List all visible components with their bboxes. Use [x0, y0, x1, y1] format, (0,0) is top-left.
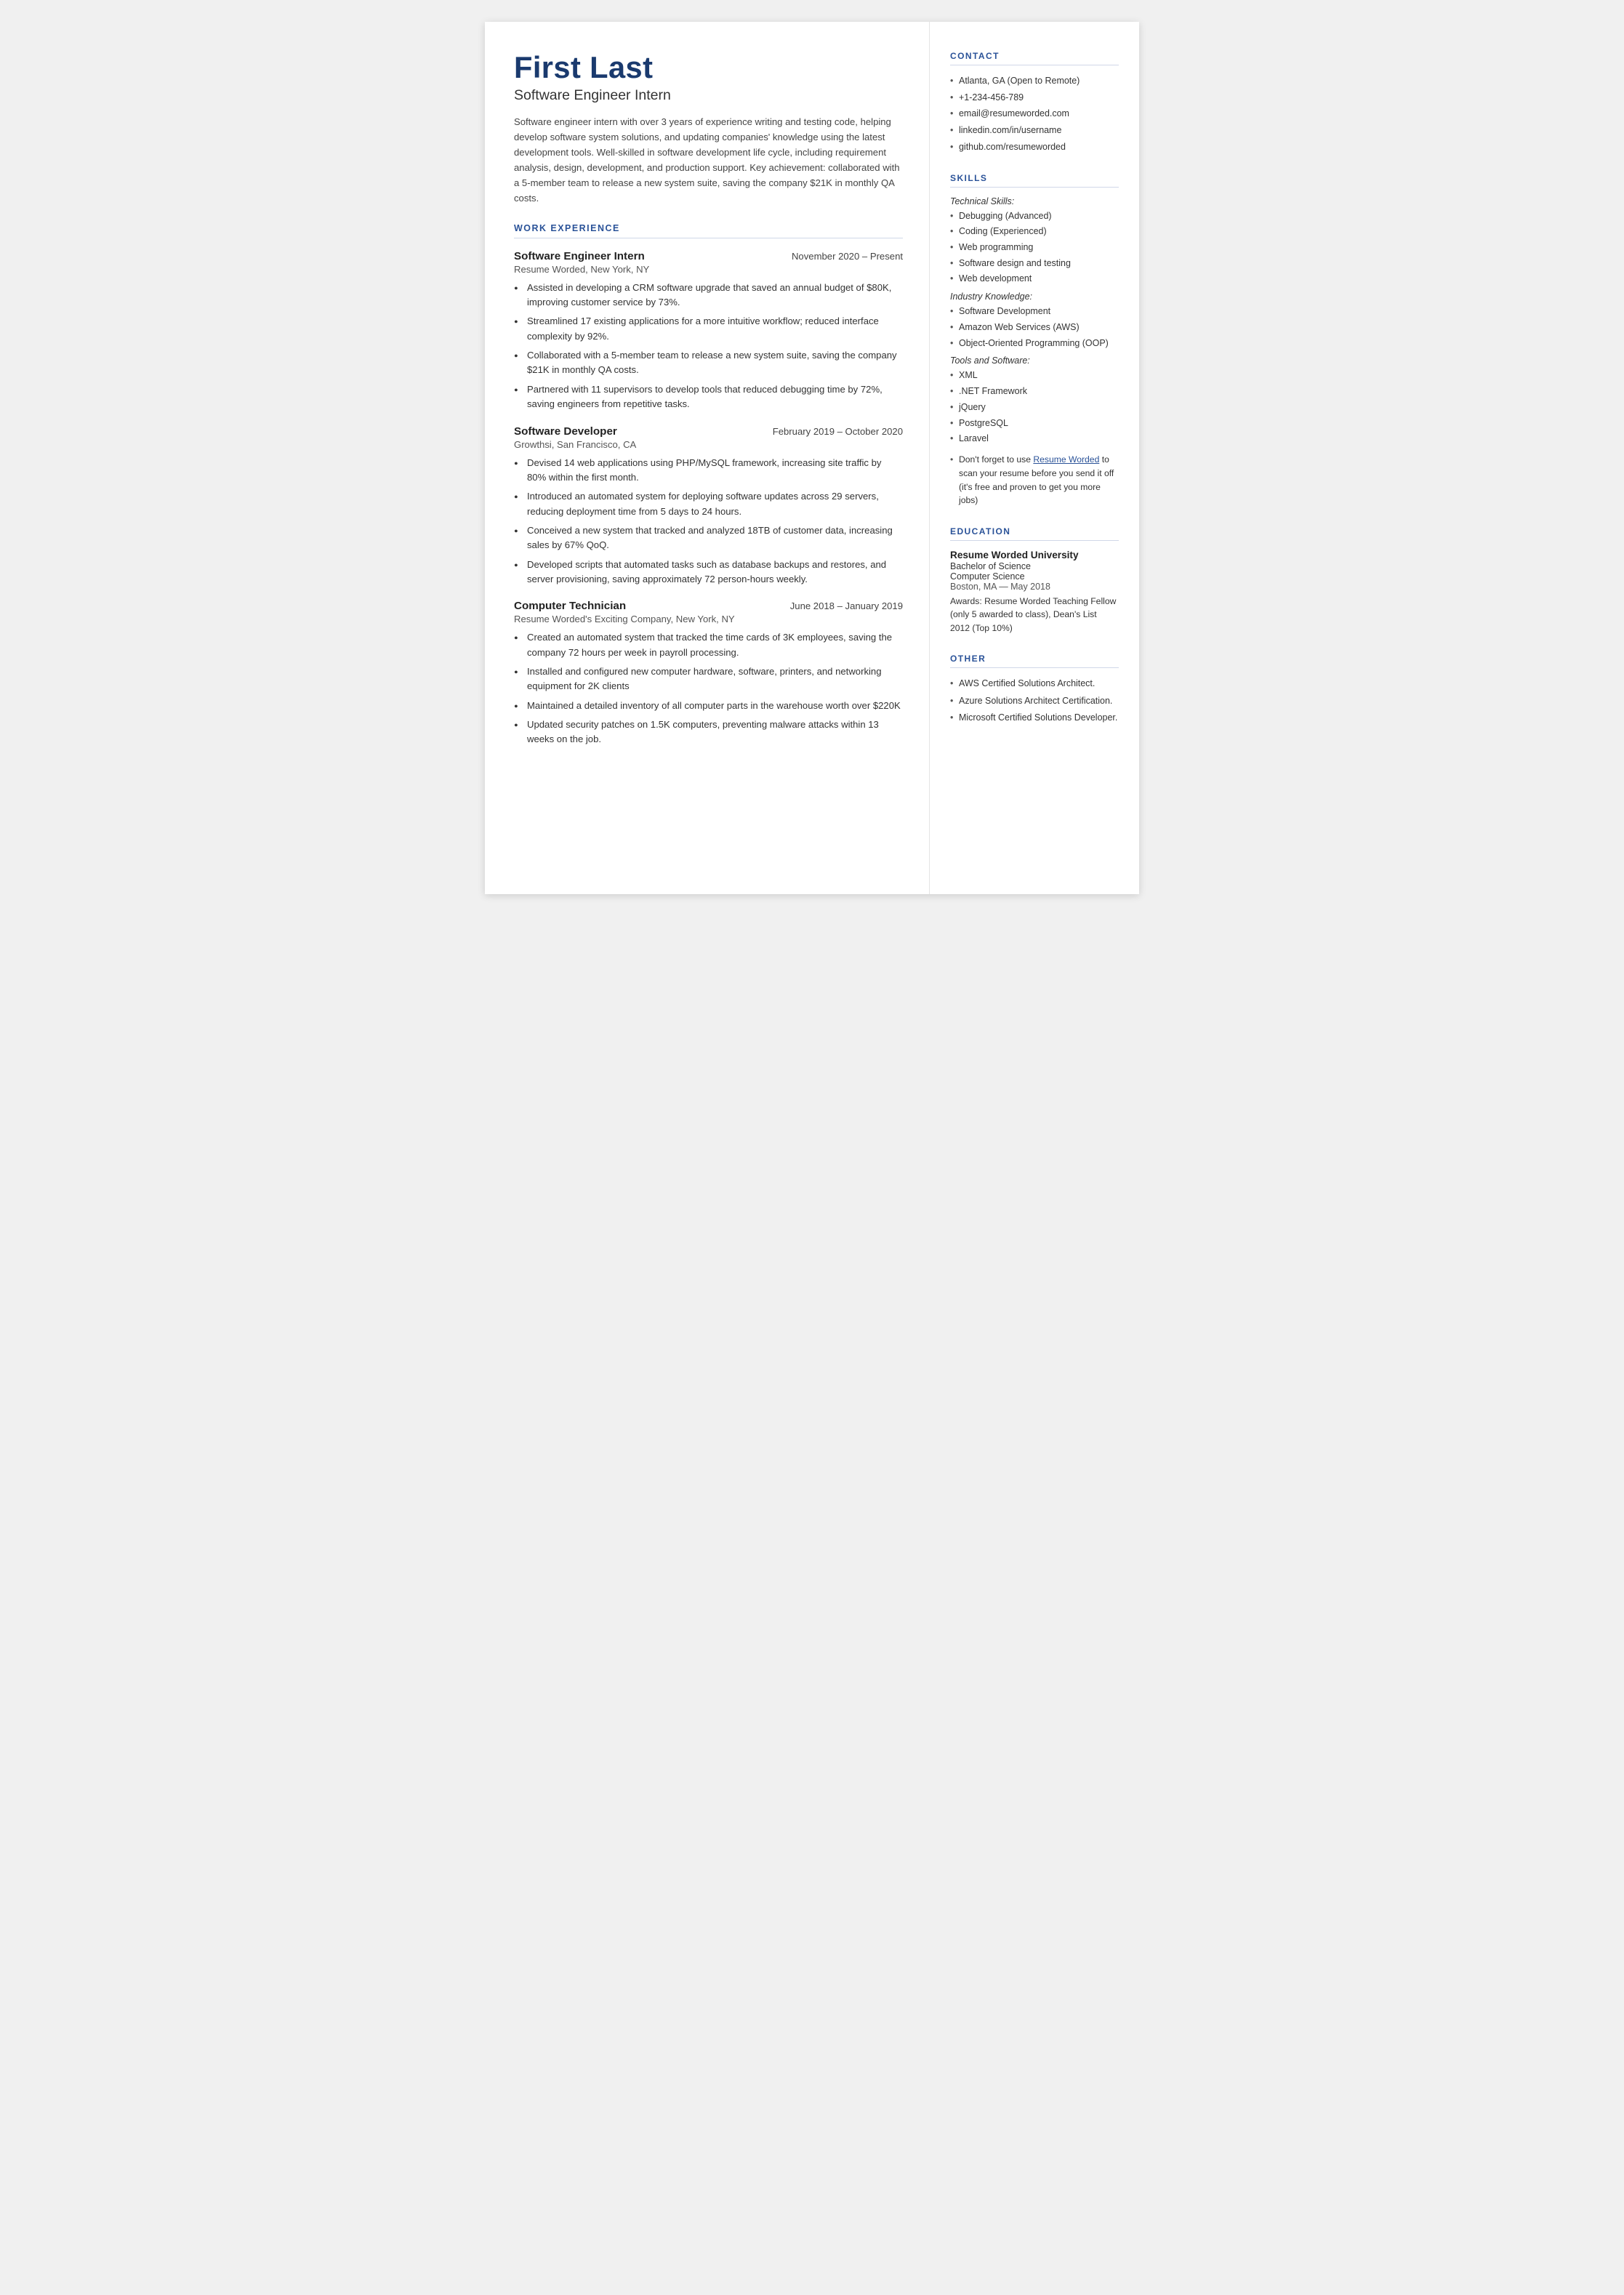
- list-item: XML: [950, 369, 1119, 382]
- candidate-title: Software Engineer Intern: [514, 87, 903, 104]
- summary-text: Software engineer intern with over 3 yea…: [514, 114, 903, 206]
- job-1-header: Software Engineer Intern November 2020 –…: [514, 250, 903, 262]
- list-item: Microsoft Certified Solutions Developer.: [950, 711, 1119, 725]
- work-experience-label: WORK EXPERIENCE: [514, 223, 903, 233]
- list-item: .NET Framework: [950, 385, 1119, 398]
- education-label: EDUCATION: [950, 526, 1119, 536]
- edu-location-date: Boston, MA — May 2018: [950, 582, 1119, 592]
- list-item: Object-Oriented Programming (OOP): [950, 337, 1119, 350]
- job-1-company: Resume Worded, New York, NY: [514, 264, 903, 275]
- list-item: Coding (Experienced): [950, 225, 1119, 238]
- list-item: Created an automated system that tracked…: [514, 630, 903, 660]
- left-column: First Last Software Engineer Intern Soft…: [485, 22, 930, 894]
- candidate-name: First Last: [514, 51, 903, 84]
- skills-label: SKILLS: [950, 173, 1119, 183]
- list-item: github.com/resumeworded: [950, 140, 1119, 154]
- job-1-bullets: Assisted in developing a CRM software up…: [514, 281, 903, 412]
- skills-section: SKILLS Technical Skills: Debugging (Adva…: [950, 173, 1119, 508]
- edu-degree: Bachelor of Science: [950, 561, 1119, 571]
- skills-note-prefix: Don't forget to use: [959, 454, 1033, 465]
- other-divider: [950, 667, 1119, 668]
- list-item: Partnered with 11 supervisors to develop…: [514, 382, 903, 412]
- resume-container: First Last Software Engineer Intern Soft…: [485, 22, 1139, 894]
- list-item: Software design and testing: [950, 257, 1119, 270]
- tools-skills-list: XML .NET Framework jQuery PostgreSQL Lar…: [950, 369, 1119, 446]
- edu-field: Computer Science: [950, 571, 1119, 582]
- resume-worded-link[interactable]: Resume Worded: [1033, 454, 1099, 465]
- job-3-dates: June 2018 – January 2019: [790, 600, 903, 611]
- list-item: Installed and configured new computer ha…: [514, 664, 903, 694]
- edu-school: Resume Worded University: [950, 550, 1119, 560]
- list-item: PostgreSQL: [950, 417, 1119, 430]
- job-3-company: Resume Worded's Exciting Company, New Yo…: [514, 614, 903, 624]
- list-item: Maintained a detailed inventory of all c…: [514, 699, 903, 713]
- edu-awards: Awards: Resume Worded Teaching Fellow (o…: [950, 595, 1119, 635]
- list-item: Debugging (Advanced): [950, 209, 1119, 223]
- list-item: Web development: [950, 272, 1119, 286]
- contact-list: Atlanta, GA (Open to Remote) +1-234-456-…: [950, 74, 1119, 154]
- job-3-title: Computer Technician: [514, 600, 626, 612]
- education-entry: Resume Worded University Bachelor of Sci…: [950, 550, 1119, 635]
- list-item: Devised 14 web applications using PHP/My…: [514, 456, 903, 486]
- list-item: Assisted in developing a CRM software up…: [514, 281, 903, 310]
- list-item: Laravel: [950, 432, 1119, 446]
- list-item: Atlanta, GA (Open to Remote): [950, 74, 1119, 88]
- education-divider: [950, 540, 1119, 541]
- other-list: AWS Certified Solutions Architect. Azure…: [950, 677, 1119, 725]
- job-1-dates: November 2020 – Present: [792, 251, 903, 262]
- list-item: Streamlined 17 existing applications for…: [514, 314, 903, 344]
- job-2-header: Software Developer February 2019 – Octob…: [514, 425, 903, 438]
- skills-note: Don't forget to use Resume Worded to sca…: [950, 453, 1119, 507]
- list-item: AWS Certified Solutions Architect.: [950, 677, 1119, 691]
- list-item: Web programming: [950, 241, 1119, 254]
- list-item: Software Development: [950, 305, 1119, 318]
- skills-divider: [950, 187, 1119, 188]
- list-item: jQuery: [950, 401, 1119, 414]
- list-item: Introduced an automated system for deplo…: [514, 489, 903, 519]
- list-item: Developed scripts that automated tasks s…: [514, 558, 903, 587]
- list-item: Updated security patches on 1.5K compute…: [514, 718, 903, 747]
- contact-label: CONTACT: [950, 51, 1119, 61]
- work-experience-section: WORK EXPERIENCE Software Engineer Intern…: [514, 223, 903, 747]
- list-item: linkedin.com/in/username: [950, 124, 1119, 137]
- job-2-company: Growthsi, San Francisco, CA: [514, 439, 903, 450]
- list-item: Azure Solutions Architect Certification.: [950, 694, 1119, 708]
- job-2-dates: February 2019 – October 2020: [773, 426, 903, 437]
- right-column: CONTACT Atlanta, GA (Open to Remote) +1-…: [930, 22, 1139, 894]
- technical-skills-list: Debugging (Advanced) Coding (Experienced…: [950, 209, 1119, 286]
- job-3-header: Computer Technician June 2018 – January …: [514, 600, 903, 612]
- job-2-title: Software Developer: [514, 425, 617, 438]
- job-3-bullets: Created an automated system that tracked…: [514, 630, 903, 747]
- tools-skills-label: Tools and Software:: [950, 355, 1119, 366]
- job-1: Software Engineer Intern November 2020 –…: [514, 250, 903, 412]
- other-label: OTHER: [950, 654, 1119, 664]
- education-section: EDUCATION Resume Worded University Bache…: [950, 526, 1119, 635]
- job-3: Computer Technician June 2018 – January …: [514, 600, 903, 747]
- job-2-bullets: Devised 14 web applications using PHP/My…: [514, 456, 903, 587]
- list-item: Collaborated with a 5-member team to rel…: [514, 348, 903, 378]
- industry-skills-list: Software Development Amazon Web Services…: [950, 305, 1119, 350]
- job-2: Software Developer February 2019 – Octob…: [514, 425, 903, 587]
- list-item: Conceived a new system that tracked and …: [514, 523, 903, 553]
- list-item: +1-234-456-789: [950, 91, 1119, 105]
- industry-skills-label: Industry Knowledge:: [950, 292, 1119, 302]
- contact-section: CONTACT Atlanta, GA (Open to Remote) +1-…: [950, 51, 1119, 154]
- technical-skills-label: Technical Skills:: [950, 196, 1119, 206]
- job-1-title: Software Engineer Intern: [514, 250, 645, 262]
- list-item: email@resumeworded.com: [950, 107, 1119, 121]
- other-section: OTHER AWS Certified Solutions Architect.…: [950, 654, 1119, 725]
- list-item: Amazon Web Services (AWS): [950, 321, 1119, 334]
